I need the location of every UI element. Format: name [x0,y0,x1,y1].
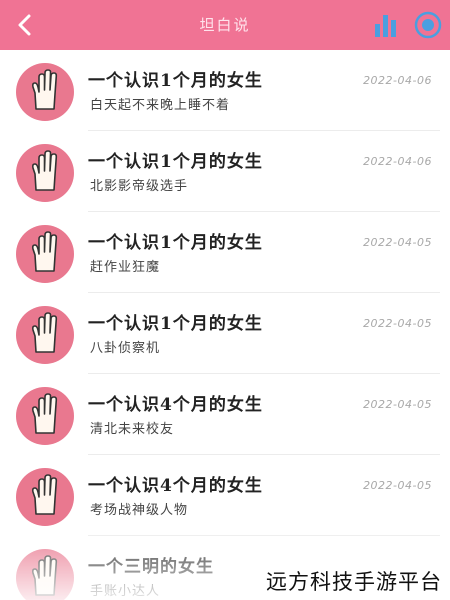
message-date: 2022-04-05 [363,317,432,330]
message-title: 一个认识1个月的女生 [88,233,263,253]
message-date: 2022-04-05 [363,398,432,411]
message-subtitle: 八卦侦察机 [90,341,161,356]
list-item[interactable]: 一个认识1个月的女生 八卦侦察机 2022-04-05 [0,293,450,374]
hand-icon [31,69,58,110]
message-date: 2022-04-06 [363,155,432,168]
message-title: 一个认识1个月的女生 [88,71,263,91]
avatar [16,144,74,202]
hand-icon [31,150,58,191]
list-item[interactable]: 一个认识4个月的女生 考场战神级人物 2022-04-05 [0,455,450,536]
list-item[interactable]: 一个认识1个月的女生 白天起不来晚上睡不着 2022-04-06 [0,50,450,131]
avatar [16,306,74,364]
message-subtitle: 手账小达人 [90,584,161,599]
message-title: 一个认识1个月的女生 [88,152,263,172]
hand-icon [31,312,58,353]
list-item[interactable]: 一个认识1个月的女生 赶作业狂魔 2022-04-05 [0,212,450,293]
message-date: 2022-04-05 [363,479,432,492]
avatar [16,387,74,445]
avatar [16,549,74,600]
list-item[interactable]: 一个认识1个月的女生 北影影帝级选手 2022-04-06 [0,131,450,212]
message-title: 一个认识4个月的女生 [88,476,263,496]
message-subtitle: 赶作业狂魔 [90,260,161,275]
back-button[interactable] [8,8,42,42]
record-button[interactable] [412,9,444,41]
watermark: 远方科技手游平台 [266,570,442,594]
avatar [16,225,74,283]
hand-icon [31,555,58,596]
hand-icon [31,393,58,434]
message-subtitle: 清北未来校友 [90,422,175,437]
hand-icon [31,231,58,272]
chevron-left-icon [18,14,31,36]
bar-chart-icon [375,15,396,37]
message-subtitle: 考场战神级人物 [90,503,189,518]
stats-button[interactable] [372,11,400,39]
message-subtitle: 北影影帝级选手 [90,179,189,194]
top-bar: 坦白说 [0,0,450,50]
message-date: 2022-04-05 [363,236,432,249]
hand-icon [31,474,58,515]
avatar [16,468,74,526]
list-item[interactable]: 一个认识4个月的女生 清北未来校友 2022-04-05 [0,374,450,455]
message-title: 一个三明的女生 [88,557,214,577]
message-title: 一个认识1个月的女生 [88,314,263,334]
message-list[interactable]: 一个认识1个月的女生 白天起不来晚上睡不着 2022-04-06 一个认识1个月… [0,50,450,600]
avatar [16,63,74,121]
message-subtitle: 白天起不来晚上睡不着 [90,98,231,113]
message-title: 一个认识4个月的女生 [88,395,263,415]
record-circle-icon [414,11,442,39]
message-date: 2022-04-06 [363,74,432,87]
